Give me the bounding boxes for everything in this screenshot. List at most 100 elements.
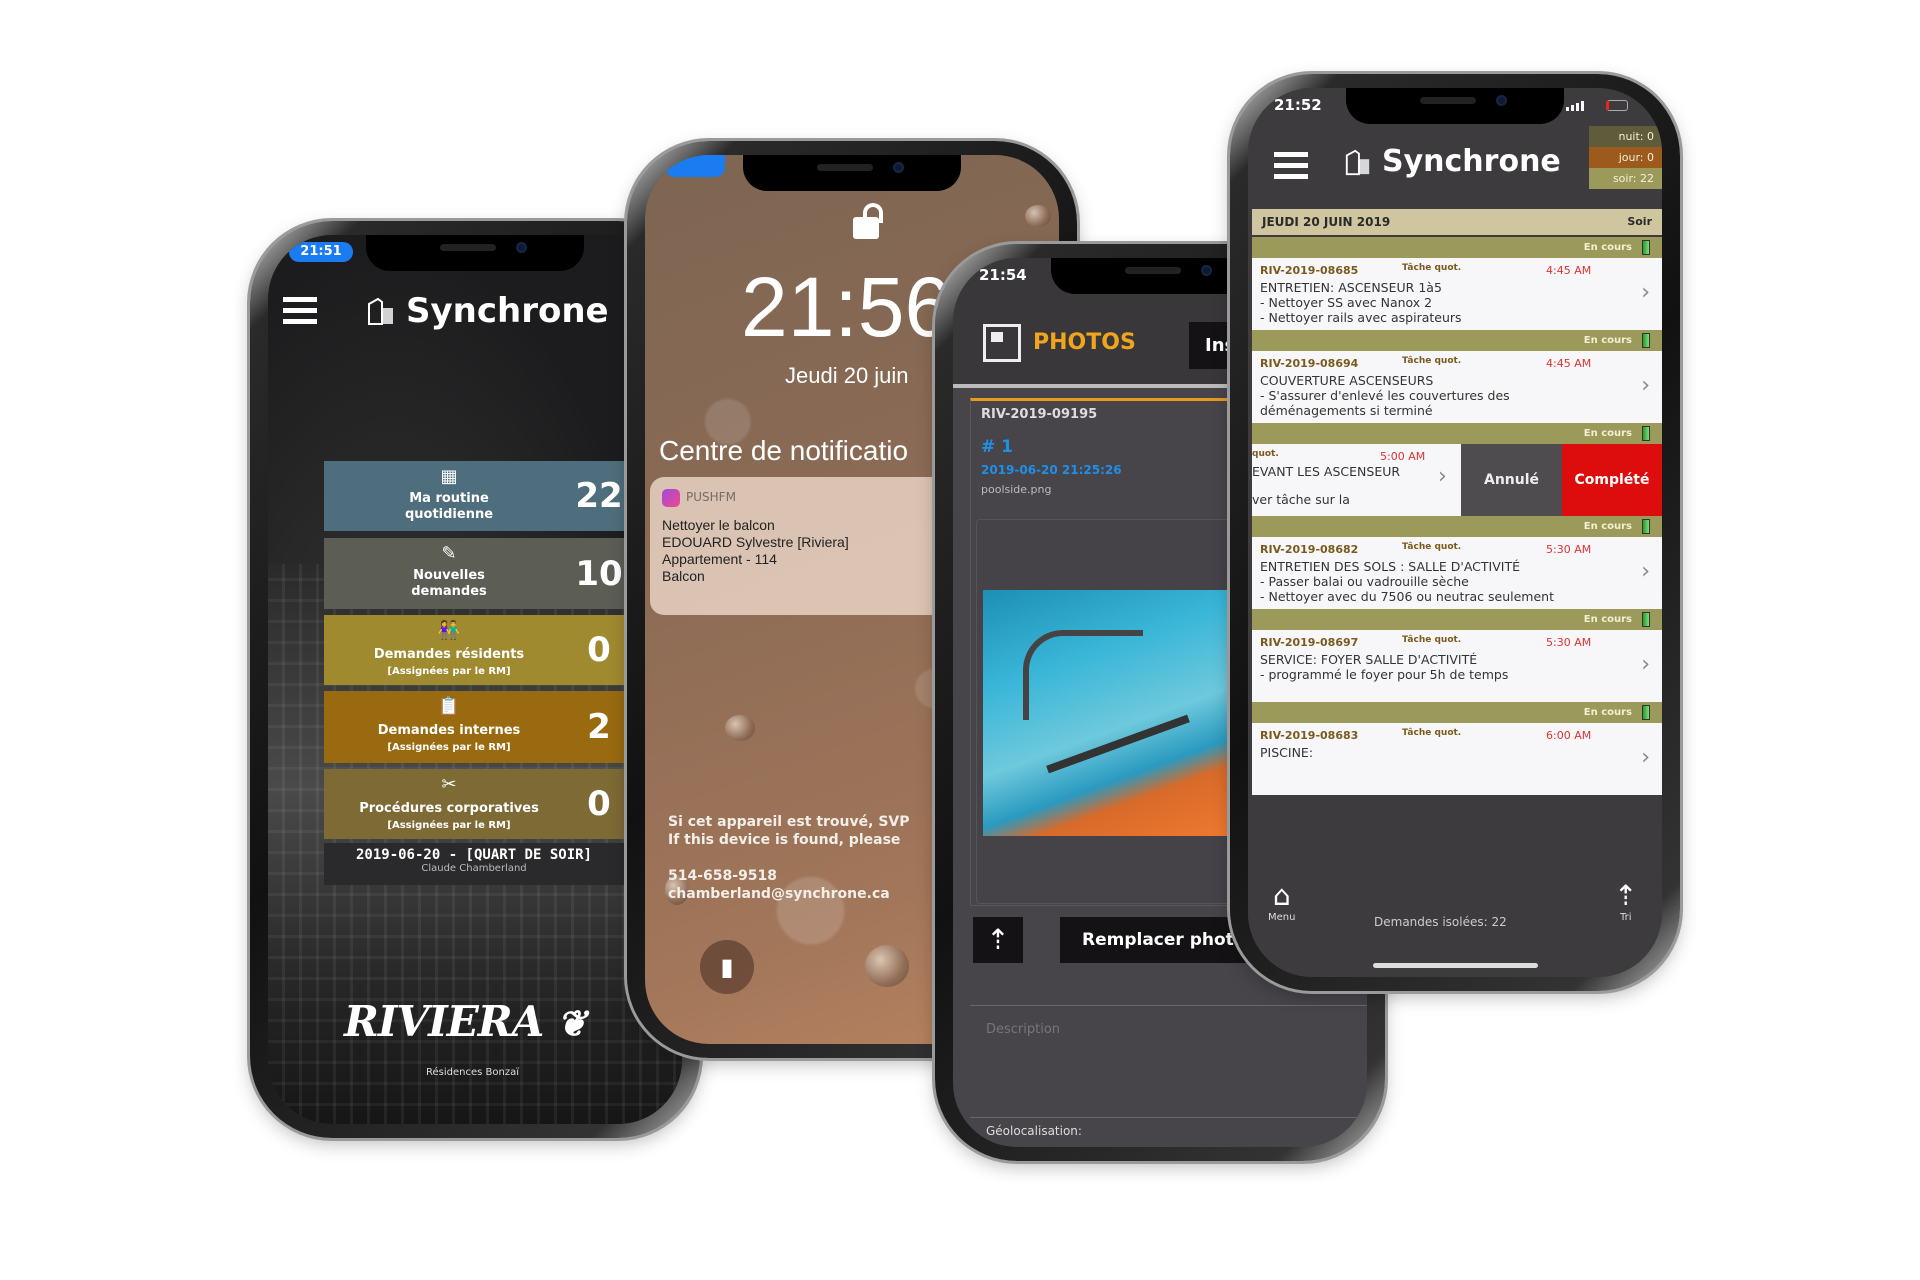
task-time: 5:30 AM	[1546, 543, 1592, 556]
status-label: En cours	[1583, 614, 1632, 625]
notification-app: PUSHFM	[686, 490, 736, 504]
tile-resident-requests[interactable]: 👫 Demandes résidents [Assignées par le RM…	[324, 615, 654, 685]
chevron-right-icon: ›	[1438, 464, 1447, 489]
hamburger-menu-icon[interactable]	[1274, 152, 1308, 185]
status-bar: En cours	[1252, 609, 1662, 630]
upload-icon[interactable]: ⇡	[973, 917, 1023, 963]
status-label: En cours	[1583, 707, 1632, 718]
tile-count: 10	[575, 553, 623, 594]
task-line: PISCINE:	[1260, 745, 1314, 760]
pool-photo[interactable]	[983, 590, 1243, 836]
photos-title: PHOTOS	[1033, 330, 1136, 355]
task-line: EVANT LES ASCENSEUR	[1252, 464, 1401, 479]
chevron-right-icon: ›	[1641, 280, 1650, 305]
task-line: ver tâche sur la	[1252, 492, 1350, 507]
flashlight-icon[interactable]: ▮	[700, 940, 754, 994]
tile-new-requests[interactable]: ✎ Nouvelles demandes 10	[324, 538, 654, 609]
task-line: - S'assurer d'enlevé les couvertures des	[1260, 388, 1510, 403]
battery-icon	[1606, 100, 1628, 111]
geolocation-label: Géolocalisation:	[986, 1124, 1082, 1138]
pushfm-app-icon	[662, 489, 680, 507]
task-line: - Nettoyer SS avec Nanox 2	[1260, 295, 1433, 310]
task-line: - Passer balai ou vadrouille sèche	[1260, 574, 1469, 589]
task-kind: Tâche quot.	[1402, 542, 1462, 552]
found-fr: Si cet appareil est trouvé, SVP	[668, 814, 910, 830]
phone-tasks: 21:52 Synchrone nuit: 0 jour: 0 soir: 22…	[1230, 74, 1680, 991]
notch	[743, 155, 961, 191]
owner-phone: 514-658-9518	[668, 868, 778, 884]
complete-button[interactable]: Complété	[1562, 444, 1662, 516]
status-led-icon	[1642, 426, 1650, 441]
task-time: 6:00 AM	[1546, 729, 1592, 742]
tile-label: Demandes résidents [Assignées par le RM]	[373, 647, 525, 677]
chevron-right-icon: ›	[1641, 559, 1650, 584]
menu-button[interactable]: ⌂ Menu	[1268, 879, 1295, 923]
task-time: 5:00 AM	[1380, 450, 1426, 463]
found-en: If this device is found, please	[668, 832, 901, 848]
status-label: En cours	[1583, 521, 1632, 532]
task-line: COUVERTURE ASCENSEURS	[1260, 373, 1434, 388]
status-time: 21:52	[1274, 96, 1322, 114]
residents-icon: 👫	[437, 620, 461, 641]
task-item[interactable]: RIV-2019-08697 Tâche quot. 5:30 AM SERVICE:…	[1252, 630, 1662, 702]
status-led-icon	[1642, 240, 1650, 255]
tree-icon: ❦	[556, 1003, 587, 1045]
status-led-icon	[1642, 612, 1650, 627]
tile-count: 2	[587, 707, 611, 747]
notepad-icon: ✎	[441, 543, 457, 564]
hamburger-menu-icon[interactable]	[283, 297, 317, 330]
task-time: 4:45 AM	[1546, 357, 1592, 370]
shift-info: 2019-06-20 - [QUART DE SOIR] Claude Cham…	[324, 843, 654, 885]
task-kind: Tâche quot.	[1402, 263, 1462, 273]
status-label: En cours	[1583, 428, 1632, 439]
counter-night: nuit: 0	[1589, 126, 1662, 147]
task-kind: quot.	[1252, 449, 1279, 459]
task-time: 5:30 AM	[1546, 636, 1592, 649]
tile-routine[interactable]: ▦ Ma routine quotidienne 22	[324, 461, 654, 531]
sort-button[interactable]: ⇡ Tri	[1614, 879, 1637, 923]
task-item[interactable]: RIV-2019-08683 Tâche quot. 6:00 AM PISCINE:…	[1252, 723, 1662, 795]
task-id: RIV-2019-08697	[1260, 636, 1359, 649]
lock-date: Jeudi 20 juin	[785, 363, 909, 388]
status-time-pill: 21:51	[289, 242, 353, 262]
task-item[interactable]: RIV-2019-08694 Tâche quot. 4:45 AM COUVERTU…	[1252, 351, 1662, 423]
task-id: RIV-2019-08682	[1260, 543, 1359, 556]
shift-date: 2019-06-20 - [QUART DE SOIR]	[355, 847, 592, 863]
task-kind: Tâche quot.	[1402, 356, 1462, 366]
notch	[366, 235, 584, 271]
description-field[interactable]: Description	[970, 1006, 1367, 1116]
status-bar: En cours	[1252, 330, 1662, 351]
brand-logo: Synchrone	[1344, 144, 1561, 179]
task-item[interactable]: RIV-2019-08685 Tâche quot. 4:45 AM ENTRETIE…	[1252, 258, 1662, 330]
tools-icon: ✂	[441, 774, 457, 795]
status-led-icon	[1642, 519, 1650, 534]
task-id: RIV-2019-08694	[1260, 357, 1359, 370]
task-time: 4:45 AM	[1546, 264, 1592, 277]
status-label: En cours	[1583, 242, 1632, 253]
home-indicator	[1373, 963, 1538, 968]
tile-label: Procédures corporatives [Assignées par le…	[359, 801, 539, 831]
tile-label: Demandes internes [Assignées par le RM]	[377, 723, 521, 753]
calendar-icon: ▦	[440, 466, 458, 487]
status-bar: En cours	[1252, 516, 1662, 537]
tile-internal-requests[interactable]: 📋 Demandes internes [Assignées par le RM]…	[324, 691, 654, 763]
tile-count: 0	[587, 784, 611, 824]
home-screen: 21:51 Synchrone ▦ Ma routine quotidienne …	[268, 235, 682, 1124]
task-line: - Nettoyer avec du 7506 ou neutrac seule…	[1260, 589, 1554, 604]
task-item[interactable]: RIV-2019-08682 Tâche quot. 5:30 AM ENTRETIE…	[1252, 537, 1662, 609]
status-time: 21:51	[300, 244, 342, 259]
notification-center-title: Centre de notificatio	[659, 435, 909, 466]
notification-body: Nettoyer le balcon EDOUARD Sylvestre [Riv…	[662, 517, 849, 584]
brand-name: Synchrone	[406, 291, 609, 331]
tile-corporate-procedures[interactable]: ✂ Procédures corporatives [Assignées par …	[324, 769, 654, 839]
owner-info: Si cet appareil est trouvé, SVP If this …	[668, 813, 910, 903]
lock-time: 21:56	[741, 260, 952, 354]
status-led-icon	[1642, 705, 1650, 720]
bottom-bar: ⌂ Menu Demandes isolées: 22 ⇡ Tri	[1248, 871, 1662, 977]
airplay-indicator	[665, 155, 725, 177]
chevron-right-icon: ›	[1641, 745, 1650, 770]
task-line: - Nettoyer rails avec aspirateurs	[1260, 310, 1462, 325]
task-item[interactable]: quot. 5:00 AM EVANT LES ASCENSEUR ver tâche…	[1252, 444, 1662, 516]
photo-date: 2019-06-20 21:25:26	[981, 463, 1122, 477]
cancel-button[interactable]: Annulé	[1461, 444, 1562, 516]
